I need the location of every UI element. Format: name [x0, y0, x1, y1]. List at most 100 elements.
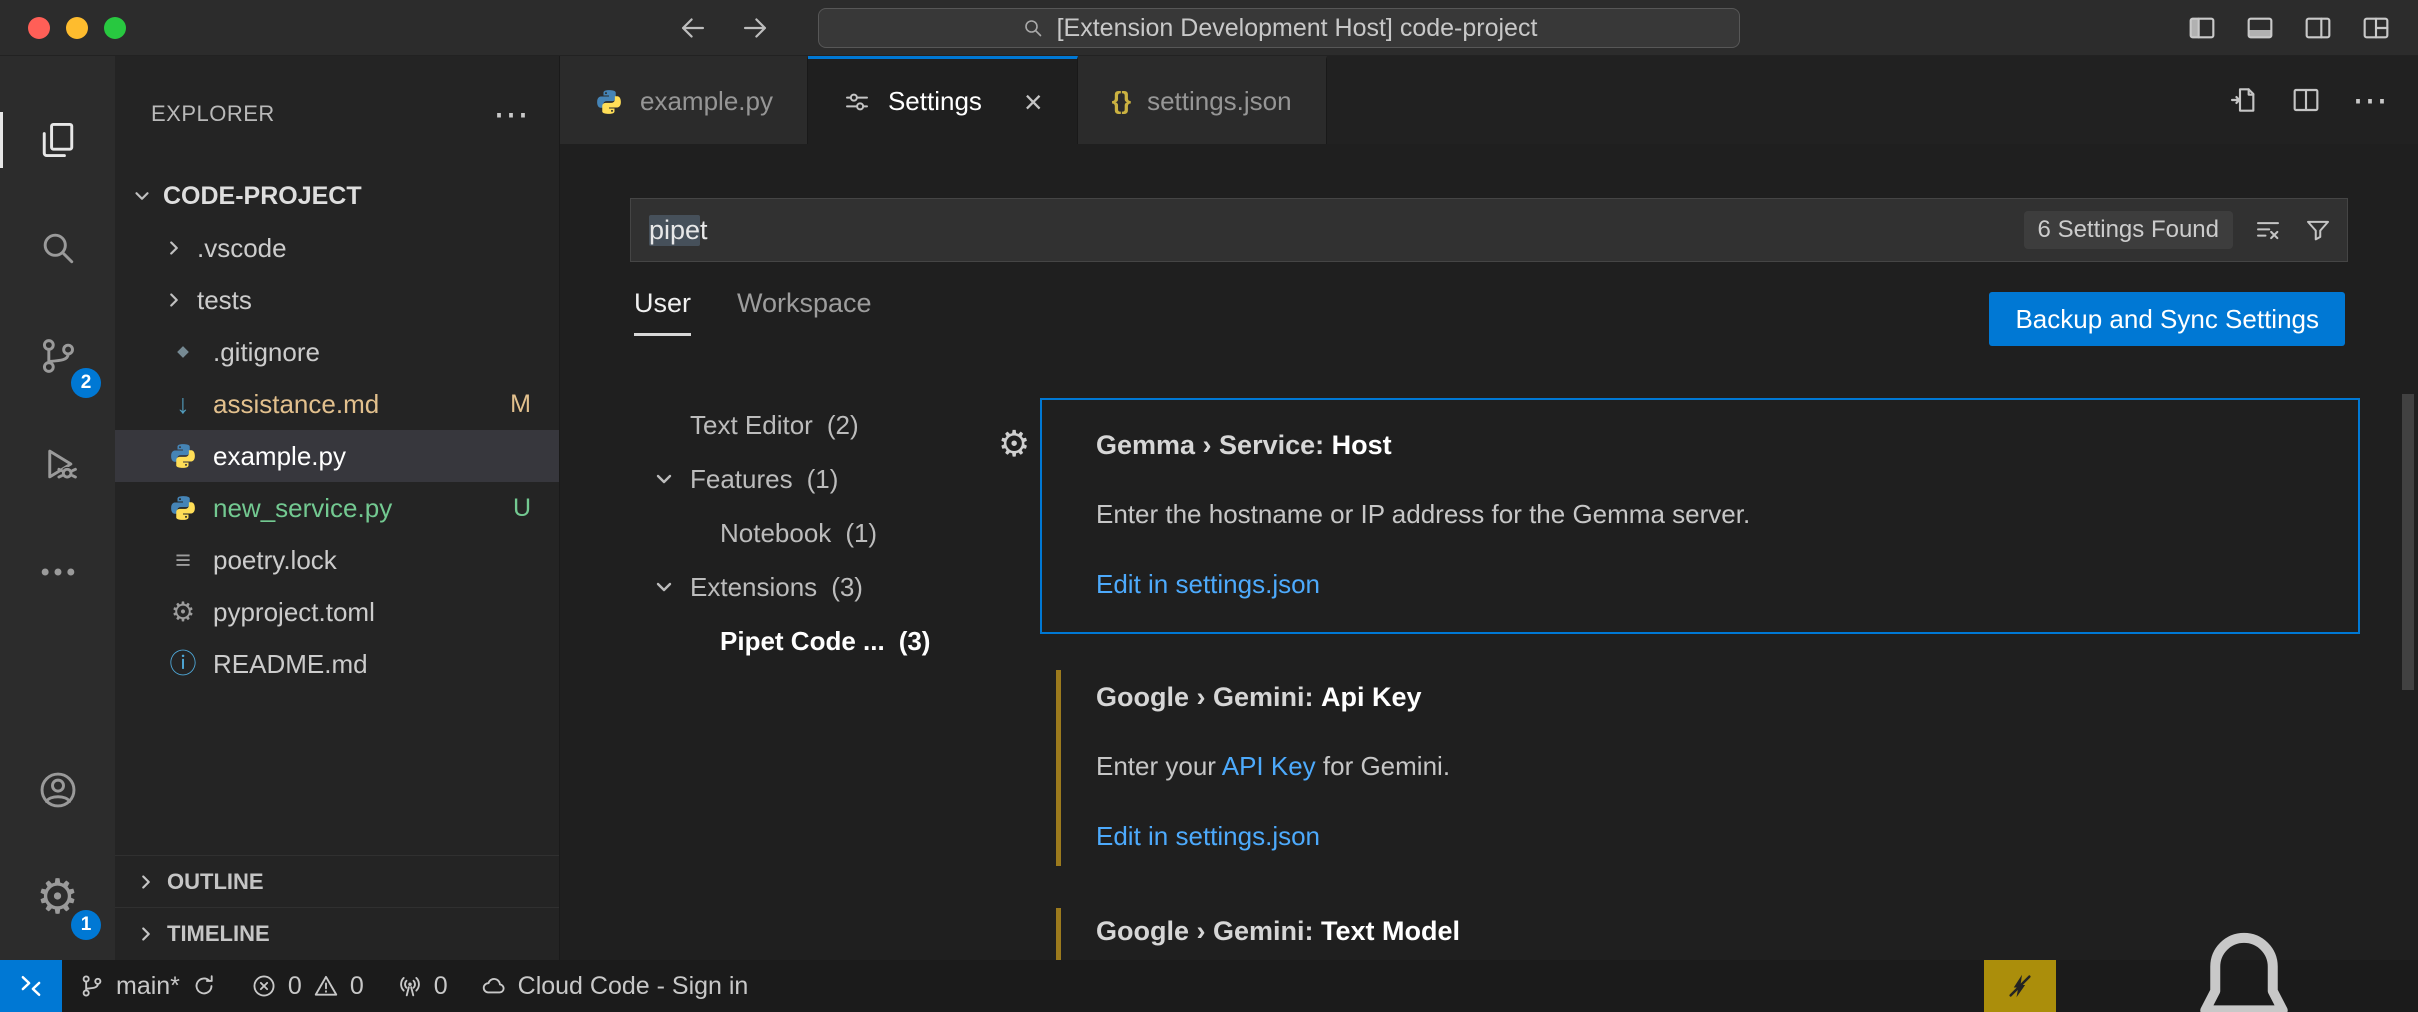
- file-label: .vscode: [197, 233, 287, 264]
- toc-features[interactable]: Features(1): [630, 452, 1040, 506]
- file-label: assistance.md: [213, 389, 379, 420]
- tree-item-example-py[interactable]: example.py: [115, 430, 559, 482]
- tab-example-py[interactable]: example.py: [560, 56, 808, 144]
- notifications-bell[interactable]: [2070, 960, 2418, 1012]
- setting-google-gemini-api-key[interactable]: Google › Gemini: Api Key Enter your API …: [1040, 664, 2360, 872]
- source-control-icon: [36, 334, 80, 378]
- chevron-right-icon: [163, 237, 185, 259]
- git-untracked-badge: U: [513, 494, 531, 523]
- file-label: pyproject.toml: [213, 597, 375, 628]
- split-editor-icon: [2290, 84, 2322, 116]
- tree-item-new-service-py[interactable]: new_service.py U: [115, 482, 559, 534]
- gear-icon: ⚙: [36, 874, 79, 922]
- activitybar-explorer[interactable]: [0, 86, 115, 194]
- forward-button[interactable]: [738, 11, 772, 45]
- setting-gemma-service-host[interactable]: Gemma › Service: Host Enter the hostname…: [1040, 398, 2360, 634]
- activitybar-search[interactable]: [0, 194, 115, 302]
- search-text: t: [700, 215, 708, 246]
- toc-extensions[interactable]: Extensions(3): [630, 560, 1040, 614]
- setting-row-gear-icon[interactable]: ⚙: [998, 426, 1030, 462]
- backup-sync-settings-button[interactable]: Backup and Sync Settings: [1989, 292, 2345, 346]
- close-window-button[interactable]: [28, 17, 50, 39]
- info-icon: ⓘ: [167, 648, 199, 680]
- chevron-right-icon: [135, 923, 157, 945]
- search-icon: [1021, 16, 1045, 40]
- scope-tab-user[interactable]: User: [634, 288, 691, 336]
- file-arrow-icon: [2228, 84, 2260, 116]
- settings-sliders-icon: [842, 87, 872, 117]
- tree-item-pyproject-toml[interactable]: ⚙ pyproject.toml: [115, 586, 559, 638]
- git-branch-status[interactable]: main*: [62, 960, 234, 1012]
- settings-badge: 1: [71, 910, 101, 940]
- window-controls: [28, 17, 126, 39]
- explorer-sidebar: EXPLORER ⋯ CODE-PROJECT .vscode tests .g…: [115, 56, 560, 960]
- settings-search-input[interactable]: pipet 6 Settings Found: [630, 198, 2348, 262]
- ports-count: 0: [434, 972, 448, 1001]
- sidebar-header: EXPLORER ⋯: [151, 96, 529, 132]
- extension-host-status[interactable]: [1984, 960, 2056, 1012]
- tree-item-gitignore[interactable]: .gitignore: [115, 326, 559, 378]
- chevron-down-icon: [652, 575, 676, 599]
- toc-notebook[interactable]: Notebook(1): [630, 506, 1040, 560]
- scope-tab-workspace[interactable]: Workspace: [737, 288, 872, 336]
- cloud-code-signin[interactable]: Cloud Code - Sign in: [464, 960, 765, 1012]
- tree-item-poetry-lock[interactable]: ≡ poetry.lock: [115, 534, 559, 586]
- file-label: new_service.py: [213, 493, 392, 524]
- activitybar-accounts[interactable]: [0, 736, 115, 844]
- activitybar-run-debug[interactable]: [0, 410, 115, 518]
- debug-disconnect-icon: [2005, 971, 2035, 1001]
- clear-settings-search-button[interactable]: [2253, 215, 2283, 245]
- activitybar-more[interactable]: [0, 518, 115, 626]
- setting-description: Enter your API Key for Gemini.: [1096, 748, 2330, 784]
- json-icon: {}: [1112, 87, 1131, 116]
- editor-more-actions-button[interactable]: ⋯: [2352, 82, 2388, 118]
- problems-status[interactable]: 0 0: [234, 960, 380, 1012]
- api-key-link[interactable]: API Key: [1222, 751, 1316, 781]
- outline-section-header[interactable]: OUTLINE: [115, 855, 559, 907]
- close-tab-button[interactable]: ×: [1024, 86, 1043, 118]
- tree-item-readme-md[interactable]: ⓘ README.md: [115, 638, 559, 690]
- tree-item-vscode[interactable]: .vscode: [115, 222, 559, 274]
- tree-root-code-project[interactable]: CODE-PROJECT: [115, 170, 559, 222]
- edit-in-settings-json-link[interactable]: Edit in settings.json: [1096, 821, 1320, 851]
- command-center[interactable]: [Extension Development Host] code-projec…: [818, 8, 1740, 48]
- python-icon: [167, 492, 199, 524]
- filter-settings-button[interactable]: [2303, 215, 2333, 245]
- back-button[interactable]: [676, 11, 710, 45]
- section-label: TIMELINE: [167, 921, 270, 947]
- ellipsis-icon: [36, 550, 80, 594]
- open-changes-button[interactable]: [2228, 84, 2260, 116]
- section-label: OUTLINE: [167, 869, 264, 895]
- gear-icon: ⚙: [167, 596, 199, 628]
- toggle-primary-sidebar-button[interactable]: [2186, 12, 2218, 44]
- file-label: example.py: [213, 441, 346, 472]
- edit-in-settings-json-link[interactable]: Edit in settings.json: [1096, 569, 1320, 599]
- maximize-window-button[interactable]: [104, 17, 126, 39]
- settings-scrollbar[interactable]: [2402, 394, 2414, 690]
- search-text-selected: pipe: [649, 215, 700, 246]
- minimize-window-button[interactable]: [66, 17, 88, 39]
- settings-toc: Text Editor(2) Features(1) Notebook(1) E…: [630, 398, 1040, 668]
- toggle-secondary-sidebar-button[interactable]: [2302, 12, 2334, 44]
- toc-pipet-code[interactable]: Pipet Code ...(3): [630, 614, 1040, 668]
- ports-status[interactable]: 0: [380, 960, 464, 1012]
- tree-item-tests[interactable]: tests: [115, 274, 559, 326]
- remote-indicator[interactable]: [0, 960, 62, 1012]
- split-editor-button[interactable]: [2290, 84, 2322, 116]
- activitybar-source-control[interactable]: 2: [0, 302, 115, 410]
- python-icon: [594, 87, 624, 117]
- activitybar-settings[interactable]: ⚙ 1: [0, 844, 115, 952]
- customize-layout-button[interactable]: [2360, 12, 2392, 44]
- toggle-panel-button[interactable]: [2244, 12, 2276, 44]
- radio-tower-icon: [396, 972, 424, 1000]
- tab-settings-json[interactable]: {} settings.json: [1078, 56, 1327, 144]
- explorer-more-actions-button[interactable]: ⋯: [493, 96, 529, 132]
- toc-text-editor[interactable]: Text Editor(2): [630, 398, 1040, 452]
- chevron-right-icon: [135, 871, 157, 893]
- customize-layout-icon: [2360, 12, 2392, 44]
- chevron-down-icon: [652, 467, 676, 491]
- root-folder-label: CODE-PROJECT: [163, 182, 362, 211]
- tree-item-assistance-md[interactable]: ↓ assistance.md M: [115, 378, 559, 430]
- tab-settings[interactable]: Settings ×: [808, 56, 1078, 144]
- timeline-section-header[interactable]: TIMELINE: [115, 907, 559, 959]
